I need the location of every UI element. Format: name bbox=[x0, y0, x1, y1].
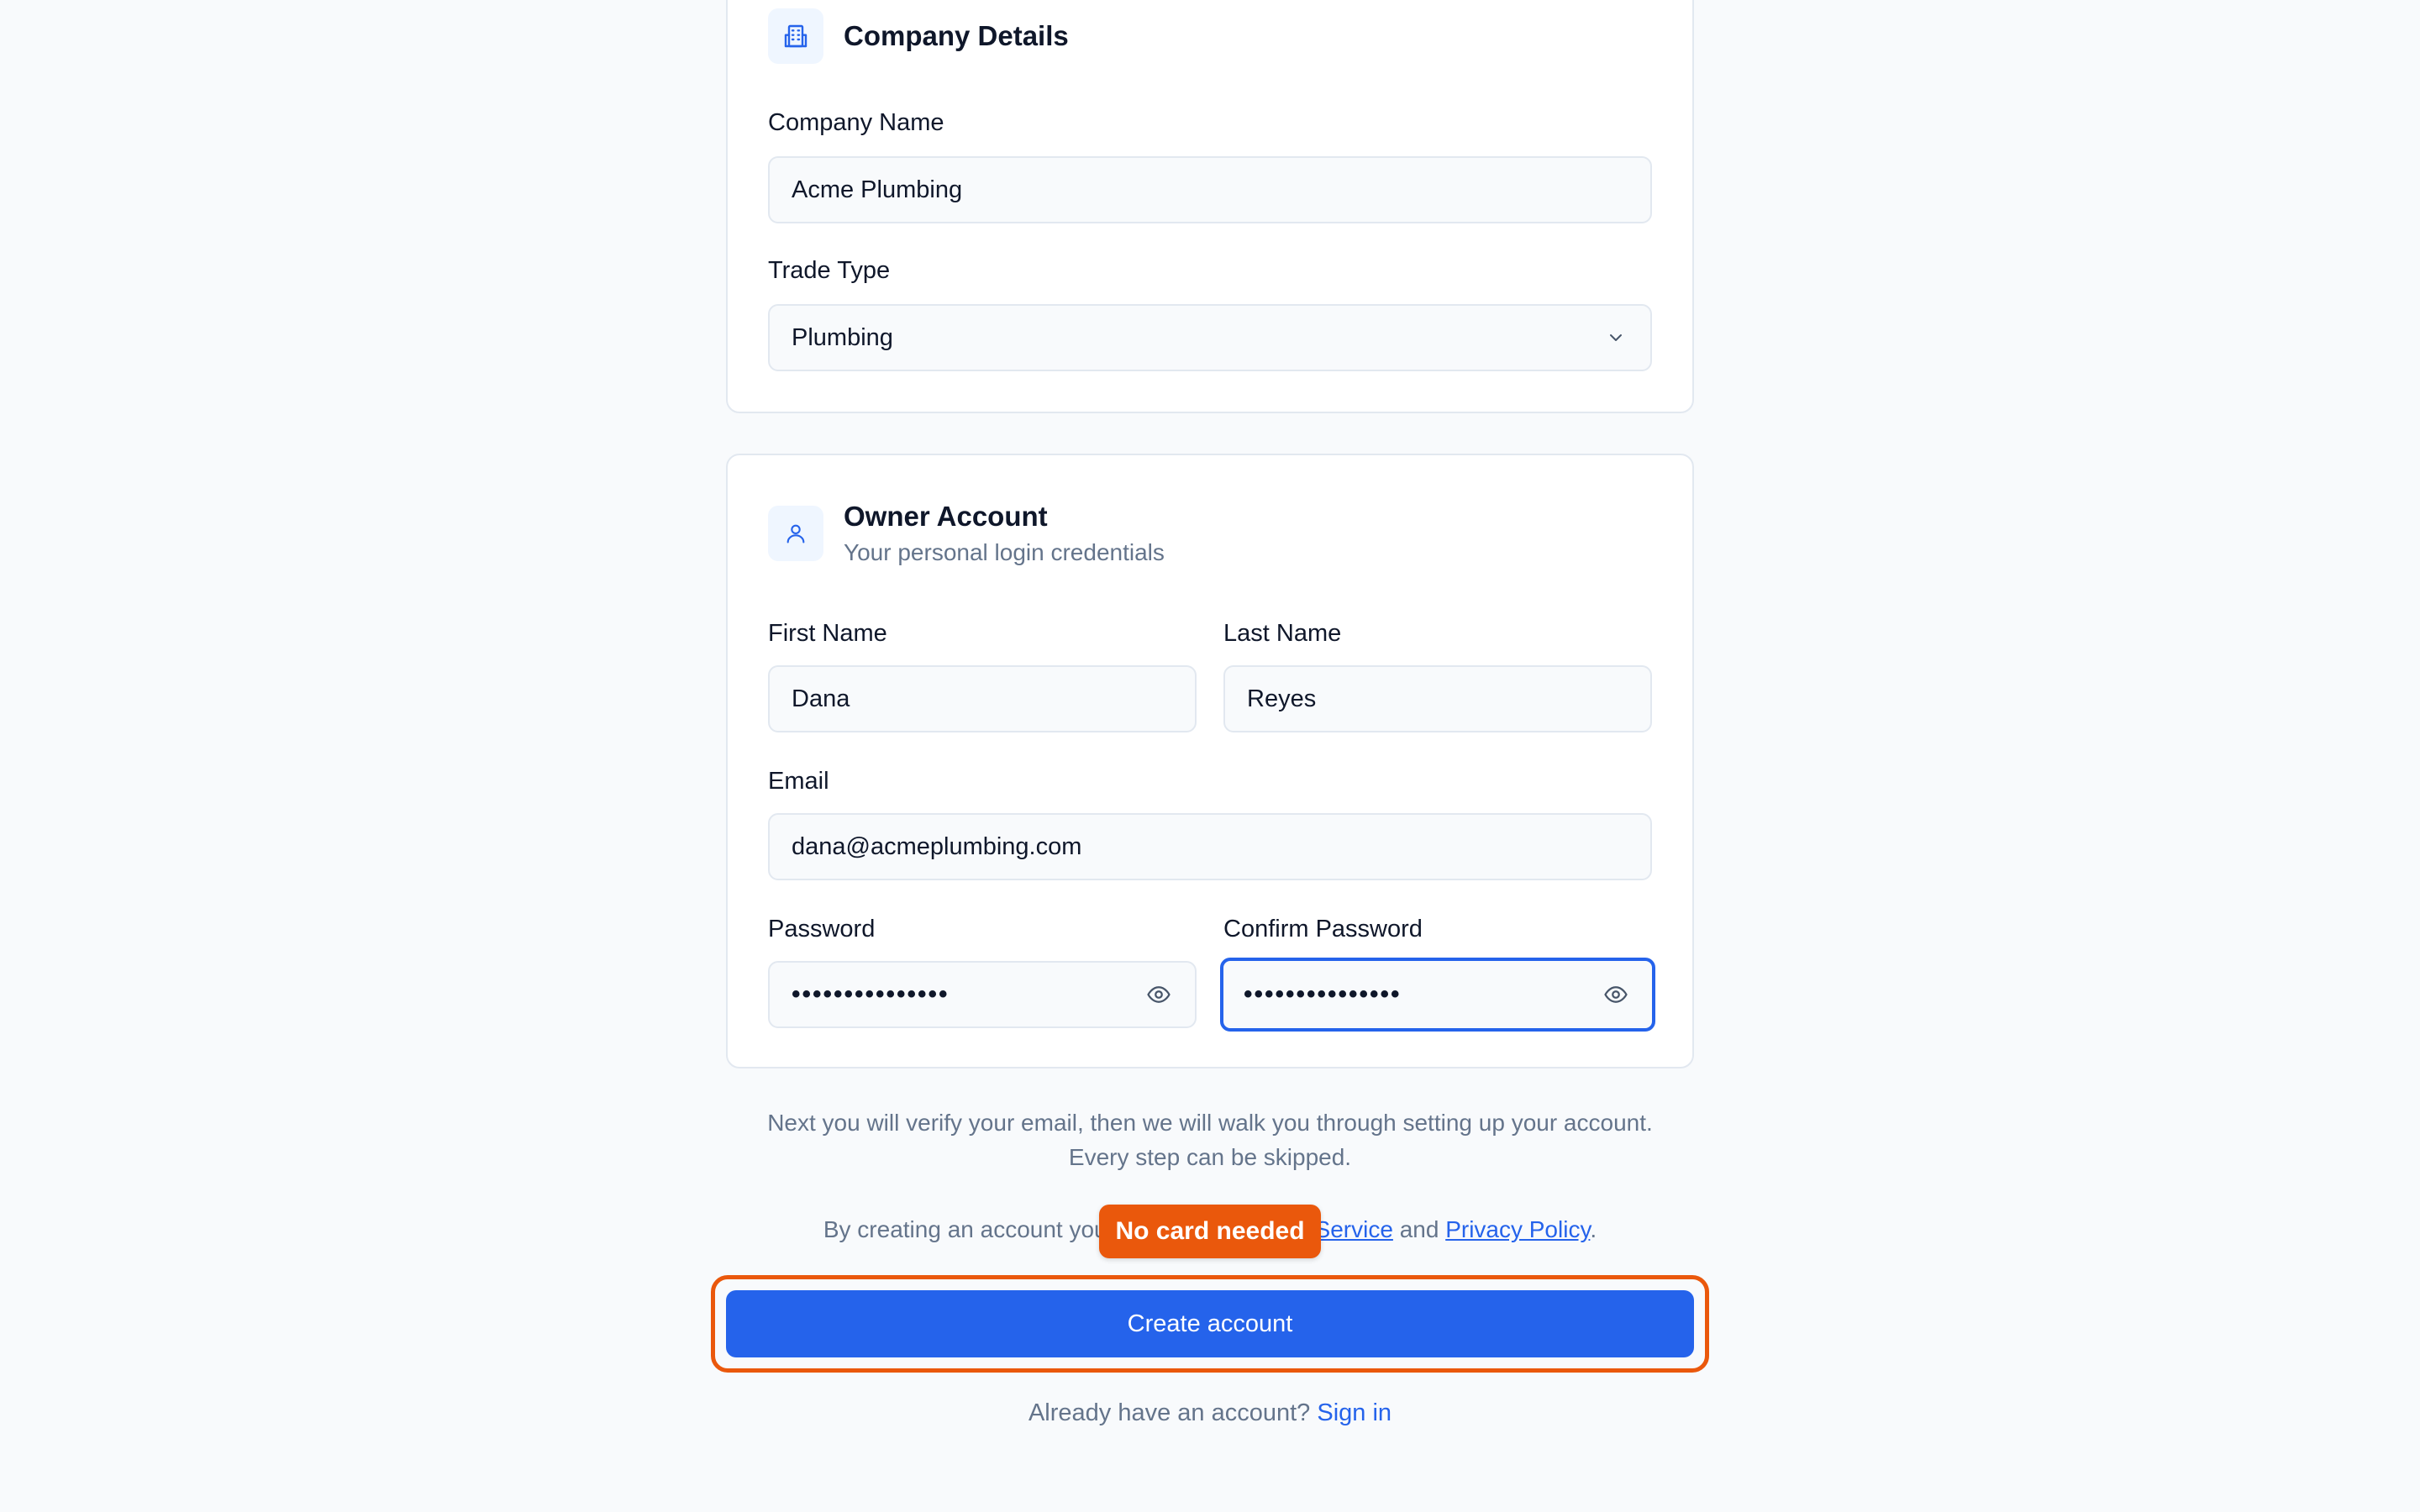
password-input[interactable]: ••••••••••••••• bbox=[768, 961, 1197, 1028]
owner-account-title: Owner Account bbox=[844, 501, 1048, 532]
password-label: Password bbox=[768, 916, 876, 942]
company-details-title: Company Details bbox=[844, 20, 1069, 51]
eye-icon[interactable] bbox=[1602, 980, 1630, 1009]
last-name-input[interactable]: Reyes bbox=[1223, 665, 1652, 732]
privacy-policy-link[interactable]: Privacy Policy bbox=[1445, 1216, 1590, 1242]
confirm-password-value: ••••••••••••••• bbox=[1244, 980, 1402, 1008]
last-name-value: Reyes bbox=[1247, 685, 1317, 712]
trade-type-select[interactable]: Plumbing bbox=[768, 304, 1652, 371]
create-account-button[interactable]: Create account bbox=[726, 1290, 1694, 1357]
company-name-label: Company Name bbox=[768, 109, 944, 136]
no-card-needed-badge: No card needed bbox=[1099, 1205, 1321, 1258]
next-steps-line-2: Every step can be skipped. bbox=[1068, 1144, 1352, 1170]
company-name-input[interactable]: Acme Plumbing bbox=[768, 156, 1652, 223]
next-steps-info: Next you will verify your email, then we… bbox=[726, 1105, 1694, 1174]
confirm-password-input[interactable]: ••••••••••••••• bbox=[1220, 958, 1655, 1032]
owner-account-subtitle: Your personal login credentials bbox=[844, 539, 1165, 565]
password-value: ••••••••••••••• bbox=[792, 980, 950, 1008]
terms-and: and bbox=[1399, 1216, 1439, 1242]
email-label: Email bbox=[768, 768, 829, 795]
email-value: dana@acmeplumbing.com bbox=[792, 832, 1082, 860]
eye-icon[interactable] bbox=[1144, 980, 1173, 1009]
terms-prefix: By creating an account you a bbox=[823, 1216, 1127, 1242]
first-name-input[interactable]: Dana bbox=[768, 665, 1197, 732]
next-steps-line-1: Next you will verify your email, then we… bbox=[767, 1110, 1653, 1136]
confirm-password-label: Confirm Password bbox=[1223, 916, 1423, 942]
first-name-value: Dana bbox=[792, 685, 850, 712]
company-details-card: Company Details Company Name Acme Plumbi… bbox=[726, 0, 1694, 413]
owner-account-card: Owner Account Your personal login creden… bbox=[726, 454, 1694, 1068]
user-icon bbox=[768, 506, 823, 561]
terms-suffix: . bbox=[1590, 1216, 1597, 1242]
last-name-label: Last Name bbox=[1223, 620, 1342, 647]
trade-type-value: Plumbing bbox=[792, 323, 893, 351]
company-name-value: Acme Plumbing bbox=[792, 176, 963, 203]
signin-text: Already have an account? bbox=[1028, 1399, 1311, 1426]
first-name-label: First Name bbox=[768, 620, 887, 647]
signin-prompt: Already have an account? Sign in bbox=[726, 1399, 1694, 1427]
sign-in-link[interactable]: Sign in bbox=[1317, 1399, 1392, 1426]
email-input[interactable]: dana@acmeplumbing.com bbox=[768, 813, 1652, 880]
chevron-down-icon bbox=[1603, 325, 1628, 350]
trade-type-label: Trade Type bbox=[768, 257, 891, 284]
building-icon bbox=[768, 8, 823, 64]
